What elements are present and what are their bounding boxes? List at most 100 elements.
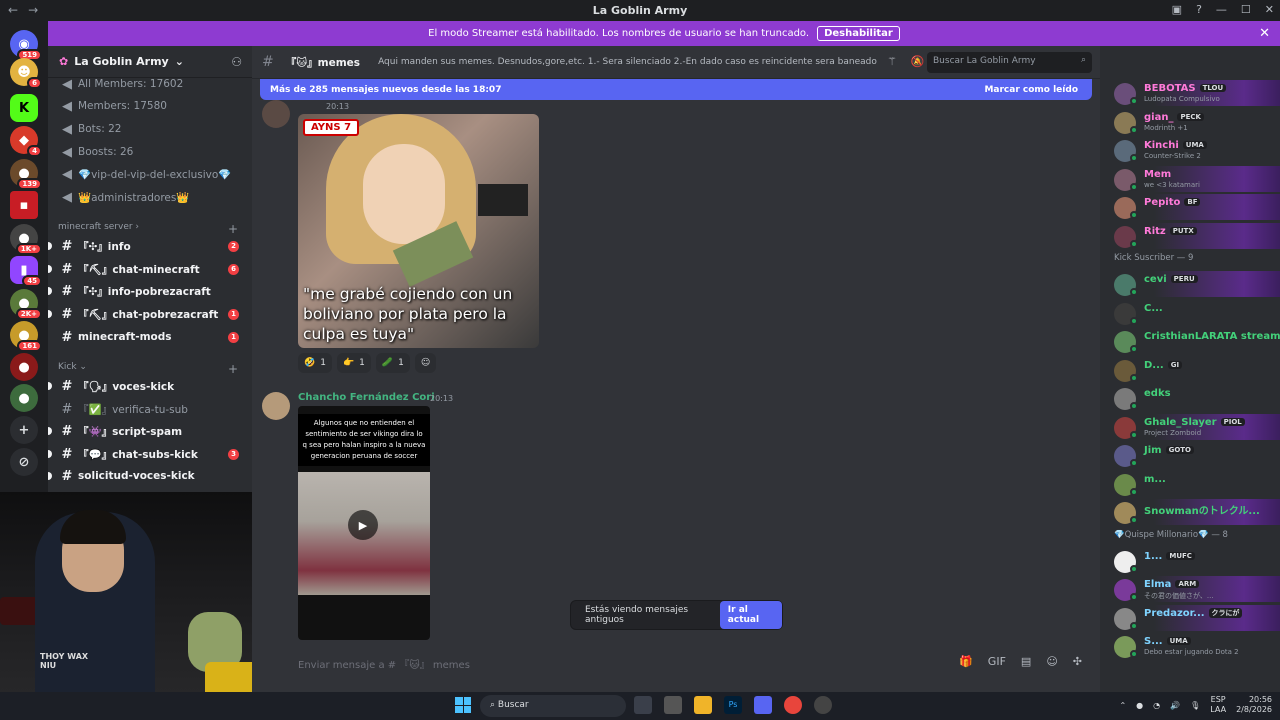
- close-banner-icon[interactable]: ✕: [1259, 26, 1270, 41]
- inbox-icon[interactable]: ▣: [1172, 3, 1182, 16]
- app-icon[interactable]: [664, 696, 682, 714]
- task-view-icon[interactable]: [634, 696, 652, 714]
- emoji-icon[interactable]: ☺: [1046, 655, 1057, 668]
- volume-icon[interactable]: 🔊: [1170, 701, 1180, 710]
- channel-script-spam[interactable]: # 『👾』script-spam: [48, 421, 252, 441]
- channel-verifica-tu-sub[interactable]: # 『✅』verifica-tu-sub: [48, 399, 252, 419]
- clock[interactable]: 20:56 2/8/2026: [1236, 695, 1272, 715]
- channel-solicitud-voces-kick[interactable]: # solicitud-voces-kick: [48, 466, 252, 486]
- discover-icon[interactable]: ⊘: [10, 448, 38, 476]
- member-item[interactable]: C...: [1100, 300, 1280, 326]
- maximize-icon[interactable]: ☐: [1241, 3, 1251, 16]
- channel-topic[interactable]: Aqui manden sus memes. Desnudos,gore,etc…: [378, 57, 877, 67]
- channel-stat[interactable]: ◀ All Members: 17602: [48, 74, 252, 94]
- language-indicator[interactable]: ESP LAA: [1210, 695, 1226, 715]
- member-item[interactable]: 1... MUFC: [1100, 548, 1280, 574]
- member-item[interactable]: Ghale_Slayer PIOL Project Zomboid: [1100, 413, 1280, 440]
- member-item[interactable]: Pepito BF: [1100, 194, 1280, 220]
- channel-chat-minecraft[interactable]: # 『⛏』chat-minecraft 6: [48, 259, 252, 279]
- reaction-button[interactable]: 🤣 1: [298, 353, 332, 373]
- wifi-icon[interactable]: ◔: [1153, 701, 1160, 710]
- member-item[interactable]: edks: [1100, 385, 1280, 411]
- avatar[interactable]: [262, 100, 290, 128]
- jump-present-button[interactable]: Ir al actual: [719, 601, 782, 629]
- member-item[interactable]: S... UMA Debo estar jugando Dota 2: [1100, 633, 1280, 659]
- channel-chat-subs-kick[interactable]: # 『💬』chat-subs-kick 3: [48, 444, 252, 464]
- member-item[interactable]: Ritz PUTX: [1100, 222, 1280, 249]
- twitch-server-icon[interactable]: ▮ 45: [10, 256, 42, 287]
- channel-stat[interactable]: ◀ Boosts: 26: [48, 142, 252, 162]
- minimize-icon[interactable]: —: [1216, 3, 1227, 16]
- channel-info[interactable]: # 『✣』info 2: [48, 236, 252, 256]
- message-input[interactable]: Enviar mensaje a # 『🐱』 memes 🎁 GIF ▤ ☺ ✣: [288, 649, 1100, 677]
- reaction-button[interactable]: 👉 1: [336, 353, 371, 373]
- help-icon[interactable]: ?: [1196, 3, 1202, 16]
- message-username[interactable]: Chancho Fernández Cori: [298, 392, 435, 403]
- server-icon[interactable]: ● 1K+: [10, 224, 42, 255]
- member-item[interactable]: m...: [1100, 471, 1280, 497]
- tray-icon[interactable]: ●: [1136, 701, 1143, 710]
- channel-chat-pobrezacraft[interactable]: # 『⛏』chat-pobrezacraft 1: [48, 304, 252, 324]
- meme-image[interactable]: AYNS 7 "me grabé cojiendo con un bolivia…: [298, 114, 539, 348]
- gift-icon[interactable]: 🎁: [959, 655, 973, 668]
- avatar[interactable]: [262, 392, 290, 420]
- file-explorer-icon[interactable]: [694, 696, 712, 714]
- channel-info-pobrezacraft[interactable]: # 『✣』info-pobrezacraft: [48, 281, 252, 301]
- member-item[interactable]: cevi PERU: [1100, 271, 1280, 297]
- channel-vip[interactable]: ◀ 💎vip-del-vip-del-exclusivo💎: [48, 164, 252, 184]
- taskbar-search[interactable]: ⌕ Buscar: [480, 695, 626, 717]
- member-item[interactable]: Elma ARM その君の価値さが、...: [1100, 576, 1280, 602]
- server-icon[interactable]: ● 2K+: [10, 289, 42, 320]
- channel-voces-kick[interactable]: # 『🗣』voces-kick: [48, 376, 252, 396]
- member-item[interactable]: BEBOTAS TLOU Ludopata Compulsivo: [1100, 80, 1280, 106]
- channel-minecraft-mods[interactable]: # minecraft-mods 1: [48, 327, 252, 347]
- member-item[interactable]: Jim GOTO: [1100, 442, 1280, 468]
- member-item[interactable]: Snowmanのトレクル...: [1100, 499, 1280, 525]
- member-item[interactable]: gian_ PECK Modrinth +1: [1100, 109, 1280, 135]
- kick-server-icon[interactable]: K: [10, 94, 38, 122]
- server-icon[interactable]: ☻ 6: [10, 58, 42, 89]
- add-reaction-button[interactable]: ☺: [414, 353, 437, 373]
- reaction-button[interactable]: 🥒 1: [375, 353, 410, 373]
- member-item[interactable]: Mem we <3 katamari: [1100, 165, 1280, 192]
- member-item[interactable]: D... GI: [1100, 357, 1280, 383]
- chevron-up-icon[interactable]: ⌃: [1119, 701, 1126, 710]
- chrome-icon[interactable]: [784, 696, 802, 714]
- mark-read-button[interactable]: Marcar como leído: [984, 85, 1078, 95]
- server-icon[interactable]: ● 161: [10, 321, 42, 352]
- discord-home-icon[interactable]: ◉ 519: [10, 30, 42, 61]
- threads-icon[interactable]: ⚚: [887, 55, 897, 68]
- add-channel-icon[interactable]: +: [228, 362, 238, 376]
- category-minecraft[interactable]: minecraft server › +: [58, 222, 238, 236]
- add-member-icon[interactable]: ⚇: [231, 55, 242, 69]
- member-item[interactable]: CristhianLARATA stream...: [1100, 328, 1280, 354]
- search-input[interactable]: Buscar La Goblin Army ⌕: [927, 52, 1092, 73]
- member-item[interactable]: Predazor... クラにが: [1100, 604, 1280, 631]
- new-messages-bar[interactable]: Más de 285 mensajes nuevos desde las 18:…: [260, 79, 1092, 100]
- channel-stat[interactable]: ◀ Members: 17580: [48, 96, 252, 116]
- member-item[interactable]: Kinchi UMA Counter-Strike 2: [1100, 137, 1280, 163]
- play-icon[interactable]: ▶: [348, 510, 378, 540]
- photoshop-icon[interactable]: Ps: [724, 696, 742, 714]
- sticker-icon[interactable]: ▤: [1021, 655, 1031, 668]
- channel-stat[interactable]: ◀ Bots: 22: [48, 119, 252, 139]
- server-icon[interactable]: ●: [10, 353, 38, 381]
- category-kick[interactable]: Kick ⌄ +: [58, 362, 238, 376]
- discord-taskbar-icon[interactable]: [754, 696, 772, 714]
- close-window-icon[interactable]: ✕: [1265, 3, 1274, 16]
- app-icon[interactable]: [814, 696, 832, 714]
- apps-icon[interactable]: ✣: [1073, 655, 1082, 668]
- mute-bell-icon[interactable]: 🔕: [911, 55, 925, 68]
- server-icon[interactable]: ●: [10, 384, 38, 412]
- mic-tray-icon[interactable]: 🎙: [1190, 701, 1200, 710]
- windows-start-icon[interactable]: [455, 697, 471, 713]
- channel-admins[interactable]: ◀ 👑administradores👑: [48, 187, 252, 207]
- gif-icon[interactable]: GIF: [988, 655, 1006, 668]
- add-channel-icon[interactable]: +: [228, 222, 238, 236]
- server-icon[interactable]: ● 139: [10, 159, 42, 190]
- video-attachment[interactable]: Algunos que no entienden el sentimiento …: [298, 406, 430, 640]
- server-icon[interactable]: ◆ 4: [10, 126, 42, 157]
- add-server-icon[interactable]: +: [10, 416, 38, 444]
- disable-streamer-button[interactable]: Deshabilitar: [817, 26, 900, 41]
- server-icon[interactable]: ▪: [10, 191, 38, 219]
